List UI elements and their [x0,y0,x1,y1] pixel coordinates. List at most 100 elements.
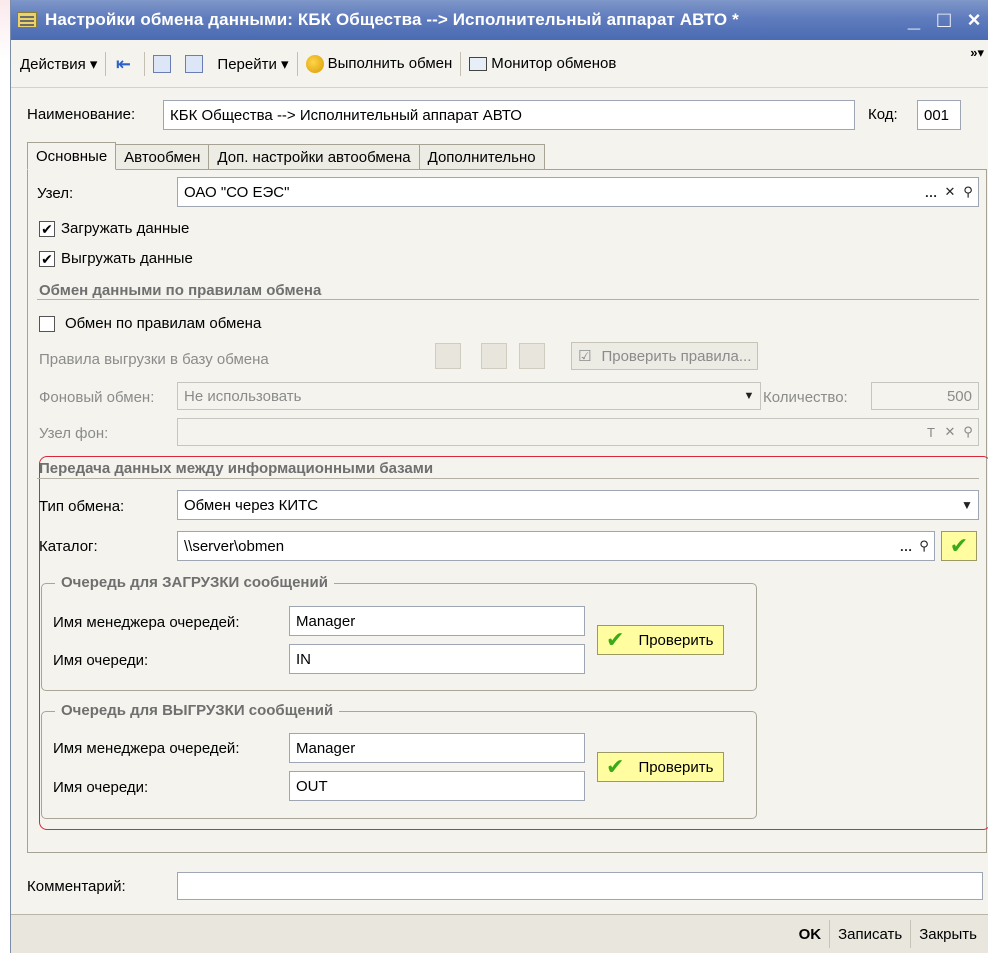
form-icon [17,12,37,28]
toolbar-separator [460,51,462,76]
comment-input[interactable] [177,872,983,900]
footer-bar: OK Записать Закрыть [11,914,988,953]
ok-button[interactable]: OK [791,920,830,948]
refresh-button[interactable] [148,49,180,79]
select-button[interactable]: … [897,532,915,560]
toolbar: Действия ▾ ⇤ Перейти ▾ Выполнить обмен М… [11,40,988,88]
goto-menu[interactable]: Перейти ▾ [212,49,293,79]
exchange-type-value: Обмен через КИТС [184,496,319,514]
check-unload-queue-button[interactable]: ✔ Проверить [597,752,725,782]
title-bar[interactable]: Настройки обмена данными: КБК Общества -… [11,0,988,40]
exchange-by-rules-label: Обмен по правилам обмена [65,315,262,332]
chevron-down-icon[interactable]: ▼ [958,491,976,519]
unload-manager-input[interactable]: Manager [289,733,585,763]
unload-queue-name-input[interactable]: OUT [289,771,585,801]
swap-button[interactable] [180,49,212,79]
type-button[interactable]: T [922,419,940,445]
exchange-type-label: Тип обмена: [39,498,125,515]
toolbar-more-button[interactable]: »▾ [970,46,984,59]
close-window-button[interactable]: × [959,7,988,33]
catalog-label: Каталог: [39,538,98,555]
tab-strip: Основные Автообмен Доп. настройки автооб… [27,142,545,170]
search-icon[interactable]: ⚲ [959,178,977,206]
load-data-label: Загружать данные [61,220,190,237]
load-queue-title: Очередь для ЗАГРУЗКИ сообщений [55,574,334,591]
actions-menu[interactable]: Действия ▾ [15,49,102,79]
unload-data-label: Выгружать данные [61,250,193,267]
save-button[interactable]: Записать [829,920,910,948]
close-button[interactable]: Закрыть [910,920,985,948]
bg-node-input[interactable]: T ✕ ⚲ [177,418,979,446]
view-rules-icon[interactable] [519,343,545,369]
tab-autoexchange[interactable]: Автообмен [115,144,210,170]
divider [37,299,979,300]
rules-section-title: Обмен данными по правилам обмена [39,282,322,299]
bg-node-label: Узел фон: [39,425,109,442]
search-icon[interactable]: ⚲ [959,419,977,445]
check-unload-queue-label: Проверить [638,758,714,776]
clear-icon[interactable]: ✕ [941,419,959,445]
count-input[interactable]: 500 [871,382,979,410]
node-input[interactable]: ОАО "СО ЕЭС" … ✕ ⚲ [177,177,979,207]
clear-icon[interactable]: ✕ [941,178,959,206]
bg-exchange-value: Не использовать [184,387,302,405]
divider [37,478,979,479]
check-rules-button[interactable]: ☑ Проверить правила... [571,342,759,370]
minimize-button[interactable]: _ [899,7,929,33]
load-queue-name-input[interactable]: IN [289,644,585,674]
tab-additional[interactable]: Дополнительно [418,144,545,170]
catalog-input[interactable]: \\server\obmen … ⚲ [177,531,935,561]
swap-icon [185,54,204,73]
load-manager-label: Имя менеджера очередей: [53,614,240,631]
check-catalog-button[interactable]: ✔ [941,531,977,561]
goto-label: Перейти ▾ [217,55,289,73]
monitor-button[interactable]: Монитор обменов [464,49,621,79]
exchange-type-select[interactable]: Обмен через КИТС ▼ [177,490,979,520]
save-rules-icon[interactable] [481,343,507,369]
unload-queue-title: Очередь для ВЫГРУЗКИ сообщений [55,702,340,719]
bg-exchange-label: Фоновый обмен: [39,389,155,406]
check-rules-label: Проверить правила... [601,347,752,365]
checkmark-icon: ✔ [949,533,969,558]
exchange-by-rules-checkbox[interactable] [39,316,55,332]
select-button[interactable]: … [922,178,940,206]
load-queue-name-label: Имя очереди: [53,652,149,669]
window-title: Настройки обмена данными: КБК Общества -… [45,10,739,29]
monitor-label: Монитор обменов [491,55,617,72]
run-exchange-label: Выполнить обмен [327,55,453,72]
check-load-queue-label: Проверить [638,631,714,649]
comment-label: Комментарий: [27,878,126,895]
bg-exchange-select[interactable]: Не использовать ▼ [177,382,761,410]
toolbar-separator [296,51,298,76]
unload-data-checkbox[interactable]: ✔ [39,251,55,267]
toolbar-separator [144,51,146,76]
chevron-down-icon[interactable]: ▼ [740,383,758,409]
monitor-icon [469,56,488,71]
arrow-left-icon: ⇤ [115,53,131,74]
actions-label: Действия ▾ [20,55,98,73]
load-manager-input[interactable]: Manager [289,606,585,636]
search-icon[interactable]: ⚲ [915,532,933,560]
unload-rules-label: Правила выгрузки в базу обмена [39,351,269,368]
tab-main[interactable]: Основные [27,142,117,170]
toolbar-separator [105,51,107,76]
checkmark-icon: ✔ [606,627,625,652]
node-label: Узел: [37,185,74,202]
run-exchange-button[interactable]: Выполнить обмен [301,49,458,79]
maximize-button[interactable]: □ [929,7,959,33]
node-value: ОАО "СО ЕЭС" [184,183,290,201]
check-rules-icon: ☑ [578,348,592,365]
name-input[interactable]: КБК Общества --> Исполнительный аппарат … [163,100,855,130]
load-data-checkbox[interactable]: ✔ [39,221,55,237]
code-label: Код: [868,106,898,123]
catalog-value: \\server\obmen [184,537,285,555]
check-load-queue-button[interactable]: ✔ Проверить [597,625,725,655]
unload-queue-name-label: Имя очереди: [53,779,149,796]
tab-autoexchange-extra[interactable]: Доп. настройки автообмена [208,144,420,170]
count-label: Количество: [763,389,848,406]
back-button[interactable]: ⇤ [109,49,141,79]
settings-window: Настройки обмена данными: КБК Общества -… [10,0,988,953]
upload-rules-icon[interactable] [435,343,461,369]
checkmark-icon: ✔ [606,754,625,779]
code-input[interactable]: 001 [917,100,961,130]
